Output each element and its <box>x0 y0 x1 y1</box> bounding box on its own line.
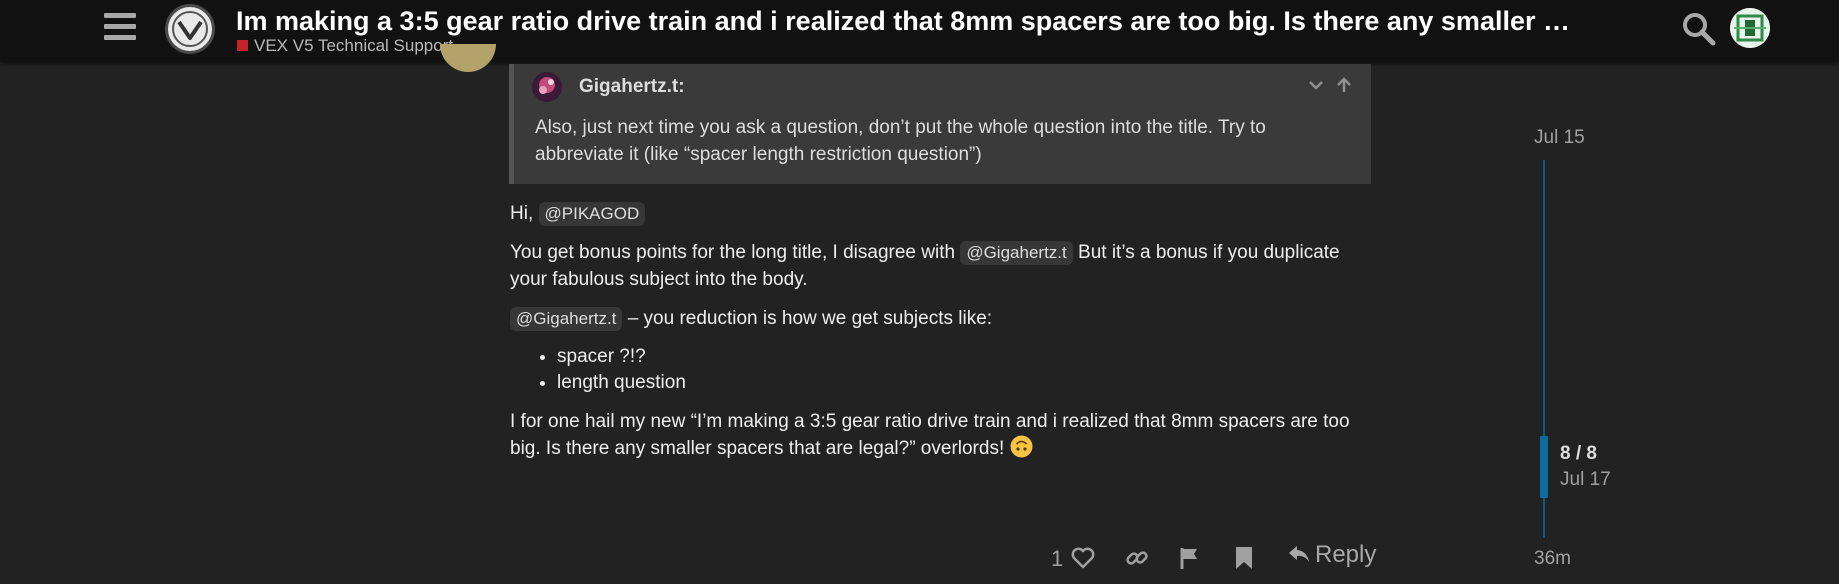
timeline-start-date[interactable]: Jul 15 <box>1534 127 1585 149</box>
greeting-text: Hi, <box>510 203 534 224</box>
quote-text: Also, just next time you ask a question,… <box>535 117 1266 165</box>
timeline-handle[interactable] <box>1540 436 1548 498</box>
site-logo[interactable] <box>165 4 215 54</box>
quote-user-avatar[interactable] <box>532 72 562 102</box>
previous-post-avatar[interactable] <box>440 44 496 72</box>
mention-link[interactable]: @Gigahertz.t <box>960 241 1073 265</box>
search-icon[interactable] <box>1680 10 1718 48</box>
quote-controls <box>1307 76 1353 99</box>
paragraph-text: I for one hail my new “I’m making a 3:5 … <box>510 411 1350 459</box>
arrow-up-icon[interactable] <box>1335 76 1353 94</box>
subject-list: spacer ?!? length question <box>510 344 1360 396</box>
category-name: VEX V5 Technical Support <box>254 36 454 55</box>
mention-link[interactable]: @Gigahertz.t <box>510 307 623 331</box>
topic-title[interactable]: Im making a 3:5 gear ratio drive train a… <box>236 4 1626 38</box>
mention-link[interactable]: @PIKAGOD <box>538 202 646 226</box>
upside-down-face-emoji <box>1010 435 1033 458</box>
timeline-current-date: Jul 17 <box>1560 469 1611 490</box>
post-body: Hi, @PIKAGOD You get bonus points for th… <box>510 200 1360 462</box>
bookmark-icon[interactable] <box>1232 545 1256 581</box>
timeline-position: 8 / 8 <box>1560 443 1597 464</box>
category-color-swatch <box>237 40 248 51</box>
category-badge[interactable]: VEX V5 Technical Support <box>237 36 453 56</box>
hamburger-icon[interactable] <box>104 13 136 45</box>
paragraph-text: – you reduction is how we get subjects l… <box>627 308 993 329</box>
chevron-down-icon[interactable] <box>1307 76 1325 94</box>
reply-icon <box>1289 546 1309 562</box>
quote-username[interactable]: Gigahertz.t: <box>579 76 685 98</box>
heart-icon[interactable] <box>1070 545 1096 581</box>
flag-icon[interactable] <box>1177 545 1203 581</box>
reply-label: Reply <box>1315 541 1377 568</box>
user-avatar[interactable] <box>1730 8 1770 48</box>
list-item: length question <box>557 370 1360 396</box>
list-item: spacer ?!? <box>557 344 1360 370</box>
like-count[interactable]: 1 <box>1051 546 1063 582</box>
site-header: Im making a 3:5 gear ratio drive train a… <box>0 0 1839 62</box>
link-icon[interactable] <box>1124 545 1150 581</box>
quote-block: Gigahertz.t: Also, just next time you as… <box>509 64 1371 184</box>
timeline-end-date[interactable]: 36m <box>1534 548 1571 570</box>
reply-button[interactable]: Reply <box>1287 541 1376 577</box>
paragraph-text: You get bonus points for the long title,… <box>510 242 956 263</box>
